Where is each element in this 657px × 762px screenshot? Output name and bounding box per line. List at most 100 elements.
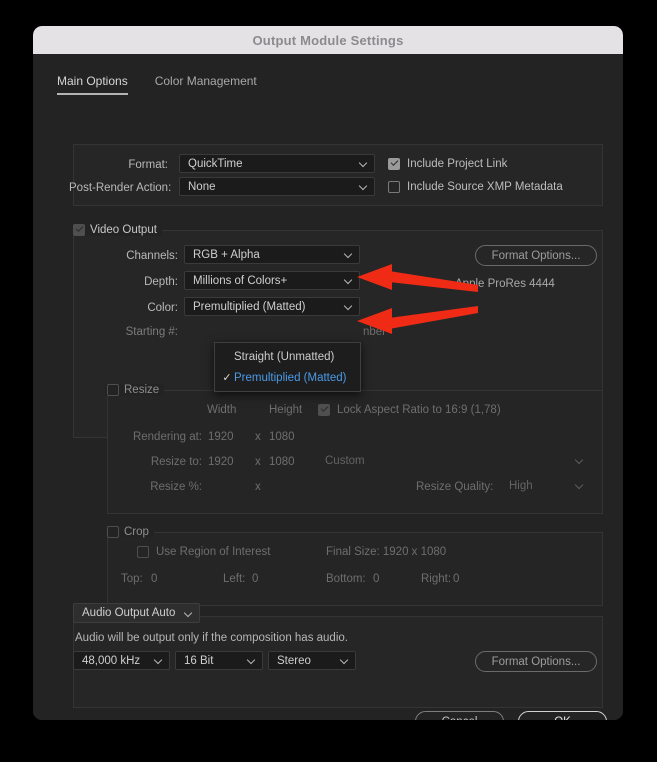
tab-main-options[interactable]: Main Options	[57, 74, 128, 95]
audio-depth-select[interactable]: 16 Bit	[175, 651, 263, 670]
dialog-title: Output Module Settings	[252, 32, 404, 48]
use-region-of-interest-checkbox-row[interactable]: Use Region of Interest	[137, 546, 270, 558]
resize-legend[interactable]: Resize	[105, 384, 165, 396]
crop-legend[interactable]: Crop	[105, 526, 154, 538]
chevron-down-icon	[154, 656, 163, 665]
video-output-legend[interactable]: Video Output	[71, 224, 162, 236]
checkbox-icon[interactable]	[388, 158, 400, 170]
format-select-value: QuickTime	[188, 157, 243, 170]
audio-output-mode-select[interactable]: Audio Output Auto	[73, 603, 200, 623]
chevron-down-icon	[359, 159, 368, 168]
dialog-titlebar: Output Module Settings	[33, 26, 623, 54]
color-dropdown-menu[interactable]: Straight (Unmatted) ✓ Premultiplied (Mat…	[214, 342, 361, 392]
chevron-down-icon	[575, 481, 584, 490]
include-project-link-checkbox-row[interactable]: Include Project Link	[388, 158, 507, 170]
tabbar: Main Options Color Management	[57, 74, 599, 106]
crop-top-label: Top:	[121, 573, 143, 585]
chevron-down-icon	[344, 250, 353, 259]
crop-top-value[interactable]: 0	[151, 573, 157, 585]
resize-to-x: x	[255, 456, 261, 468]
checkbox-icon[interactable]	[388, 181, 400, 193]
resize-to-height: 1080	[269, 456, 295, 468]
chevron-down-icon	[344, 302, 353, 311]
chevron-down-icon	[344, 276, 353, 285]
resize-quality-label: Resize Quality:	[416, 481, 494, 493]
tab-color-management[interactable]: Color Management	[155, 74, 257, 93]
audio-channels-select[interactable]: Stereo	[268, 651, 356, 670]
check-icon: ✓	[222, 372, 232, 384]
resize-to-width: 1920	[208, 456, 234, 468]
use-region-of-interest-label: Use Region of Interest	[156, 546, 271, 558]
resize-percent-label: Resize %:	[150, 481, 202, 493]
audio-rate-select[interactable]: 48,000 kHz	[73, 651, 170, 670]
codec-text: Apple ProRes 4444	[455, 278, 555, 290]
lock-aspect-ratio-checkbox-row[interactable]: Lock Aspect Ratio to 16:9 (1,78)	[318, 404, 501, 416]
starting-number-label: Starting #:	[125, 326, 178, 338]
crop-right-label: Right:	[421, 573, 452, 585]
checkbox-icon[interactable]	[318, 404, 330, 416]
resize-to-label: Resize to:	[150, 456, 202, 468]
checkbox-icon[interactable]	[107, 384, 119, 396]
crop-right-value[interactable]: 0	[453, 573, 459, 585]
channels-select[interactable]: RGB + Alpha	[184, 245, 360, 264]
rendering-at-label: Rendering at:	[132, 431, 202, 443]
crop-section-panel	[107, 532, 603, 606]
audio-depth-value: 16 Bit	[184, 654, 214, 667]
ok-button[interactable]: OK	[518, 711, 607, 720]
resize-percent-x: x	[255, 481, 261, 493]
menu-item-premultiplied-matted[interactable]: ✓ Premultiplied (Matted)	[215, 367, 360, 388]
dialog-body: Main Options Color Management Format: Qu…	[33, 54, 623, 720]
chevron-down-icon	[247, 656, 256, 665]
screenshot-root: Output Module Settings Main Options Colo…	[0, 0, 657, 762]
rendering-at-width: 1920	[208, 431, 234, 443]
resize-quality-value: High	[509, 479, 533, 492]
color-select-value: Premultiplied (Matted)	[193, 300, 306, 313]
chevron-down-icon	[575, 456, 584, 465]
chevron-down-icon	[359, 182, 368, 191]
format-label: Format:	[128, 159, 168, 171]
resize-width-header: Width	[207, 404, 237, 416]
channels-select-value: RGB + Alpha	[193, 248, 260, 261]
resize-quality-select[interactable]: High	[500, 476, 591, 495]
starting-number-value-tail: nber	[363, 326, 387, 338]
menu-item-straight-unmatted[interactable]: Straight (Unmatted)	[215, 346, 360, 367]
audio-rate-value: 48,000 kHz	[82, 654, 141, 667]
final-size-text: Final Size: 1920 x 1080	[326, 546, 447, 558]
checkbox-icon[interactable]	[73, 224, 85, 236]
chevron-down-icon	[340, 656, 349, 665]
crop-label: Crop	[124, 526, 149, 538]
include-source-xmp-metadata-label: Include Source XMP Metadata	[407, 181, 563, 193]
checkbox-icon[interactable]	[137, 546, 149, 558]
color-label: Color:	[147, 302, 178, 314]
post-render-action-label: Post-Render Action:	[69, 182, 172, 194]
audio-channels-value: Stereo	[277, 654, 311, 667]
resize-label: Resize	[124, 384, 160, 396]
checkbox-icon[interactable]	[107, 526, 119, 538]
crop-bottom-label: Bottom:	[326, 573, 366, 585]
video-output-label: Video Output	[90, 224, 157, 236]
depth-select-value: Millions of Colors+	[193, 274, 288, 287]
video-format-options-button[interactable]: Format Options...	[475, 245, 597, 266]
cancel-button[interactable]: Cancel	[415, 711, 504, 720]
audio-output-mode-value: Audio Output Auto	[82, 607, 176, 619]
format-select[interactable]: QuickTime	[179, 154, 375, 173]
rendering-at-height: 1080	[269, 431, 295, 443]
rendering-at-x: x	[255, 431, 261, 443]
chevron-down-icon	[184, 609, 193, 618]
output-module-settings-dialog: Output Module Settings Main Options Colo…	[33, 26, 623, 720]
menu-item-label: Straight (Unmatted)	[234, 350, 335, 363]
audio-format-options-button[interactable]: Format Options...	[475, 651, 597, 672]
crop-left-value[interactable]: 0	[252, 573, 258, 585]
depth-select[interactable]: Millions of Colors+	[184, 271, 360, 290]
channels-label: Channels:	[126, 250, 178, 262]
post-render-action-select[interactable]: None	[179, 177, 375, 196]
color-select[interactable]: Premultiplied (Matted)	[184, 297, 360, 316]
include-source-xmp-metadata-checkbox-row[interactable]: Include Source XMP Metadata	[388, 181, 563, 193]
resize-height-header: Height	[269, 404, 303, 416]
resize-preset-value: Custom	[325, 454, 365, 467]
post-render-action-value: None	[188, 180, 216, 193]
resize-preset-select[interactable]: Custom	[316, 451, 591, 470]
include-project-link-label: Include Project Link	[407, 158, 508, 170]
lock-aspect-ratio-label: Lock Aspect Ratio to 16:9 (1,78)	[337, 404, 501, 416]
crop-bottom-value[interactable]: 0	[373, 573, 379, 585]
